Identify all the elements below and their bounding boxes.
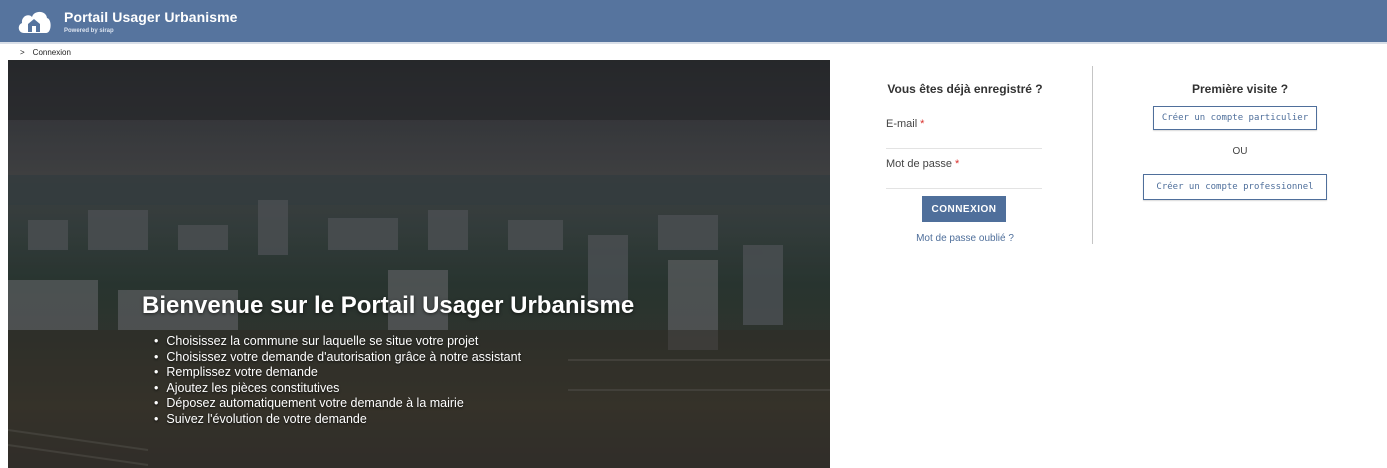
list-item: Suivez l'évolution de votre demande	[154, 412, 521, 428]
list-item: Choisissez votre demande d'autorisation …	[154, 350, 521, 366]
register-title: Première visite ?	[1191, 82, 1289, 96]
forgot-password-link[interactable]: Mot de passe oublié ?	[860, 233, 1070, 244]
login-button[interactable]: CONNEXION	[922, 196, 1006, 222]
list-item: Ajoutez les pièces constitutives	[154, 381, 521, 397]
login-form: Vous êtes déjà enregistré ? E-mail * Mot …	[860, 70, 1070, 260]
hero-title: Bienvenue sur le Portail Usager Urbanism…	[142, 292, 635, 319]
required-mark: *	[920, 118, 925, 130]
top-bar: Portail Usager Urbanisme Powered by sira…	[0, 0, 1387, 44]
password-field[interactable]: Mot de passe *	[886, 158, 1042, 189]
list-item: Remplissez votre demande	[154, 365, 521, 381]
email-field[interactable]: E-mail *	[886, 118, 1042, 149]
create-professional-account-button[interactable]: Créer un compte professionnel	[1143, 174, 1327, 200]
or-label: OU	[1232, 146, 1248, 157]
breadcrumb: > Connexion	[0, 45, 1387, 60]
breadcrumb-separator: >	[20, 48, 25, 57]
hero-banner: Bienvenue sur le Portail Usager Urbanism…	[8, 60, 830, 468]
cloud-house-icon[interactable]	[16, 7, 52, 35]
powered-by-label: Powered by sirap	[64, 28, 114, 34]
breadcrumb-current: Connexion	[32, 48, 71, 57]
vertical-divider	[1092, 66, 1093, 244]
login-title: Vous êtes déjà enregistré ?	[887, 82, 1043, 96]
create-individual-account-button[interactable]: Créer un compte particulier	[1153, 106, 1317, 130]
password-label: Mot de passe	[886, 158, 953, 170]
required-mark: *	[955, 158, 960, 170]
list-item: Choisissez la commune sur laquelle se si…	[154, 334, 521, 350]
app-title: Portail Usager Urbanisme	[64, 9, 238, 25]
list-item: Déposez automatiquement votre demande à …	[154, 396, 521, 412]
email-label: E-mail	[886, 118, 918, 130]
feature-list: Choisissez la commune sur laquelle se si…	[154, 334, 521, 427]
